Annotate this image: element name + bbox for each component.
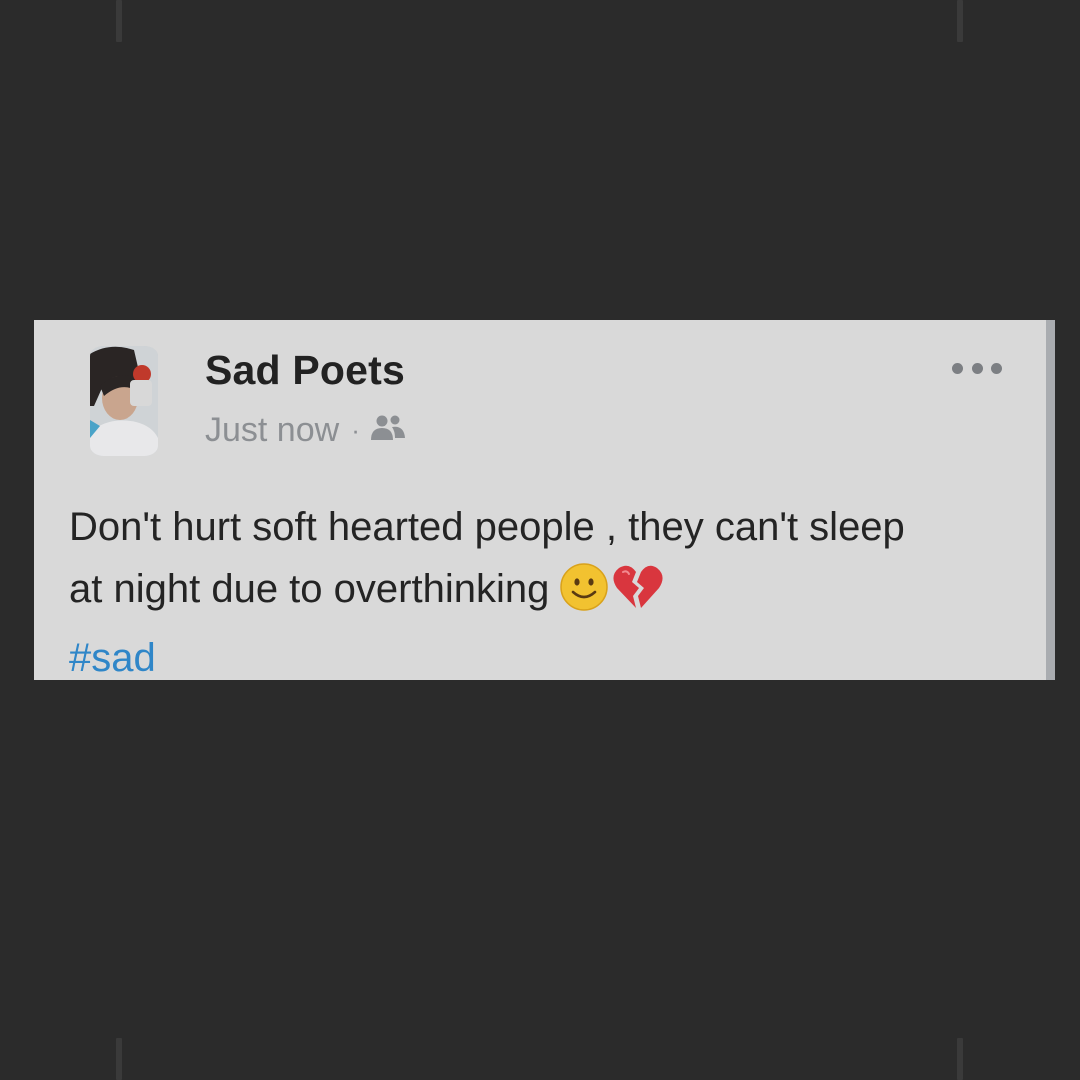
- author-avatar[interactable]: [90, 346, 158, 456]
- post-text-line-2: at night due to overthinking: [69, 567, 550, 611]
- more-dot: [971, 362, 983, 374]
- edge-marker: [957, 1038, 963, 1080]
- meta-separator: ·: [351, 415, 360, 445]
- more-options-icon[interactable]: [952, 358, 1002, 378]
- broken-heart-icon: [611, 562, 665, 630]
- screen: Sad Poets Just now · Don't hurt soft hea…: [0, 0, 1080, 1080]
- hashtag-link[interactable]: #sad: [69, 630, 1029, 686]
- post-timestamp[interactable]: Just now: [205, 411, 339, 450]
- more-dot: [991, 362, 1002, 374]
- slightly-smiling-face-icon: [559, 562, 609, 630]
- author-name[interactable]: Sad Poets: [205, 347, 405, 394]
- edge-marker: [116, 1038, 122, 1080]
- post-text: Don't hurt soft hearted people , they ca…: [69, 496, 1029, 686]
- more-dot: [952, 362, 963, 374]
- post-text-line-2-wrap: at night due to overthinking: [69, 558, 1029, 630]
- post-card: Sad Poets Just now · Don't hurt soft hea…: [34, 320, 1055, 680]
- edge-marker: [957, 0, 963, 42]
- post-text-line-1: Don't hurt soft hearted people , they ca…: [69, 505, 905, 549]
- post-meta: Just now ·: [205, 410, 406, 451]
- friends-icon[interactable]: [370, 412, 406, 451]
- edge-marker: [116, 0, 122, 42]
